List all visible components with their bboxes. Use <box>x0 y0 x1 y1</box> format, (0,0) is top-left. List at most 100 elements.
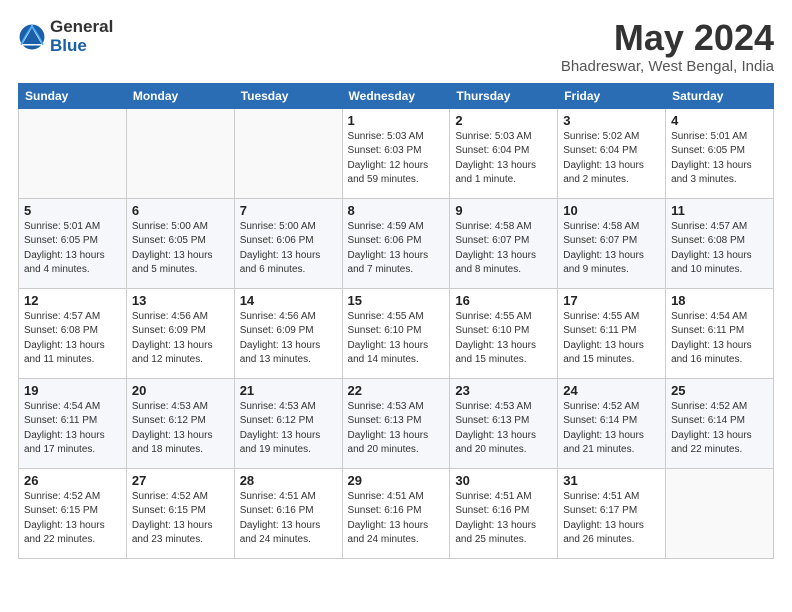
day-cell: 20 Sunrise: 4:53 AM Sunset: 6:12 PM Dayli… <box>126 378 234 468</box>
day-cell: 25 Sunrise: 4:52 AM Sunset: 6:14 PM Dayli… <box>666 378 774 468</box>
day-info: Sunrise: 4:51 AM Sunset: 6:16 PM Dayligh… <box>240 490 337 548</box>
day-info: Sunrise: 5:03 AM Sunset: 6:04 PM Dayligh… <box>455 130 552 188</box>
day-cell: 8 Sunrise: 4:59 AM Sunset: 6:06 PM Daylig… <box>342 198 450 288</box>
day-cell: 31Sunrise: 4:51 AM Sunset: 6:17 PM Dayli… <box>558 468 666 558</box>
week-row-1: 1 Sunrise: 5:03 AM Sunset: 6:03 PM Daylig… <box>19 108 774 198</box>
day-number: 16 <box>455 293 552 308</box>
col-wednesday: Wednesday <box>342 83 450 108</box>
day-info: Sunrise: 5:01 AM Sunset: 6:05 PM Dayligh… <box>24 220 121 278</box>
day-info: Sunrise: 4:58 AM Sunset: 6:07 PM Dayligh… <box>563 220 660 278</box>
col-thursday: Thursday <box>450 83 558 108</box>
day-cell <box>126 108 234 198</box>
day-info: Sunrise: 4:55 AM Sunset: 6:10 PM Dayligh… <box>348 310 445 368</box>
day-cell <box>234 108 342 198</box>
day-cell: 9 Sunrise: 4:58 AM Sunset: 6:07 PM Daylig… <box>450 198 558 288</box>
week-row-4: 19 Sunrise: 4:54 AM Sunset: 6:11 PM Dayli… <box>19 378 774 468</box>
day-number: 19 <box>24 383 121 398</box>
col-friday: Friday <box>558 83 666 108</box>
day-cell: 12Sunrise: 4:57 AM Sunset: 6:08 PM Dayli… <box>19 288 127 378</box>
day-number: 24 <box>563 383 660 398</box>
day-number: 22 <box>348 383 445 398</box>
day-number: 7 <box>240 203 337 218</box>
day-cell: 14Sunrise: 4:56 AM Sunset: 6:09 PM Dayli… <box>234 288 342 378</box>
day-info: Sunrise: 4:55 AM Sunset: 6:10 PM Dayligh… <box>455 310 552 368</box>
header: General Blue May 2024 Bhadreswar, West B… <box>18 18 774 75</box>
day-cell: 23 Sunrise: 4:53 AM Sunset: 6:13 PM Dayli… <box>450 378 558 468</box>
header-row: Sunday Monday Tuesday Wednesday Thursday… <box>19 83 774 108</box>
logo-blue-text: Blue <box>50 36 87 55</box>
day-cell <box>666 468 774 558</box>
title-block: May 2024 Bhadreswar, West Bengal, India <box>561 18 774 75</box>
day-info: Sunrise: 4:58 AM Sunset: 6:07 PM Dayligh… <box>455 220 552 278</box>
week-row-2: 5 Sunrise: 5:01 AM Sunset: 6:05 PM Daylig… <box>19 198 774 288</box>
day-cell: 2Sunrise: 5:03 AM Sunset: 6:04 PM Daylig… <box>450 108 558 198</box>
day-info: Sunrise: 4:53 AM Sunset: 6:13 PM Dayligh… <box>455 400 552 458</box>
day-number: 13 <box>132 293 229 308</box>
day-info: Sunrise: 4:52 AM Sunset: 6:14 PM Dayligh… <box>563 400 660 458</box>
calendar-title: May 2024 <box>561 18 774 58</box>
day-number: 21 <box>240 383 337 398</box>
day-info: Sunrise: 4:54 AM Sunset: 6:11 PM Dayligh… <box>24 400 121 458</box>
col-tuesday: Tuesday <box>234 83 342 108</box>
day-number: 8 <box>348 203 445 218</box>
day-number: 12 <box>24 293 121 308</box>
week-row-5: 26 Sunrise: 4:52 AM Sunset: 6:15 PM Dayli… <box>19 468 774 558</box>
day-number: 20 <box>132 383 229 398</box>
day-info: Sunrise: 4:57 AM Sunset: 6:08 PM Dayligh… <box>671 220 768 278</box>
day-cell: 4Sunrise: 5:01 AM Sunset: 6:05 PM Daylig… <box>666 108 774 198</box>
day-number: 26 <box>24 473 121 488</box>
day-number: 10 <box>563 203 660 218</box>
logo-icon <box>18 23 46 51</box>
day-cell: 7 Sunrise: 5:00 AM Sunset: 6:06 PM Daylig… <box>234 198 342 288</box>
day-number: 9 <box>455 203 552 218</box>
calendar-table: Sunday Monday Tuesday Wednesday Thursday… <box>18 83 774 559</box>
day-cell: 19 Sunrise: 4:54 AM Sunset: 6:11 PM Dayli… <box>19 378 127 468</box>
day-cell: 28Sunrise: 4:51 AM Sunset: 6:16 PM Dayli… <box>234 468 342 558</box>
day-cell: 13Sunrise: 4:56 AM Sunset: 6:09 PM Dayli… <box>126 288 234 378</box>
day-cell: 26 Sunrise: 4:52 AM Sunset: 6:15 PM Dayli… <box>19 468 127 558</box>
day-number: 3 <box>563 113 660 128</box>
day-cell: 1 Sunrise: 5:03 AM Sunset: 6:03 PM Daylig… <box>342 108 450 198</box>
col-sunday: Sunday <box>19 83 127 108</box>
day-number: 6 <box>132 203 229 218</box>
day-info: Sunrise: 4:53 AM Sunset: 6:13 PM Dayligh… <box>348 400 445 458</box>
logo: General Blue <box>18 18 113 55</box>
day-info: Sunrise: 4:51 AM Sunset: 6:16 PM Dayligh… <box>348 490 445 548</box>
day-number: 27 <box>132 473 229 488</box>
day-info: Sunrise: 5:02 AM Sunset: 6:04 PM Dayligh… <box>563 130 660 188</box>
day-number: 5 <box>24 203 121 218</box>
day-number: 17 <box>563 293 660 308</box>
day-cell: 10 Sunrise: 4:58 AM Sunset: 6:07 PM Dayli… <box>558 198 666 288</box>
day-cell: 17 Sunrise: 4:55 AM Sunset: 6:11 PM Dayli… <box>558 288 666 378</box>
day-info: Sunrise: 5:00 AM Sunset: 6:06 PM Dayligh… <box>240 220 337 278</box>
week-row-3: 12Sunrise: 4:57 AM Sunset: 6:08 PM Dayli… <box>19 288 774 378</box>
day-cell: 5 Sunrise: 5:01 AM Sunset: 6:05 PM Daylig… <box>19 198 127 288</box>
day-info: Sunrise: 4:53 AM Sunset: 6:12 PM Dayligh… <box>240 400 337 458</box>
day-number: 31 <box>563 473 660 488</box>
calendar-subtitle: Bhadreswar, West Bengal, India <box>561 58 774 75</box>
day-cell: 18 Sunrise: 4:54 AM Sunset: 6:11 PM Dayli… <box>666 288 774 378</box>
day-info: Sunrise: 4:52 AM Sunset: 6:15 PM Dayligh… <box>24 490 121 548</box>
day-cell: 15Sunrise: 4:55 AM Sunset: 6:10 PM Dayli… <box>342 288 450 378</box>
day-info: Sunrise: 4:51 AM Sunset: 6:16 PM Dayligh… <box>455 490 552 548</box>
day-cell: 24 Sunrise: 4:52 AM Sunset: 6:14 PM Dayli… <box>558 378 666 468</box>
day-info: Sunrise: 4:59 AM Sunset: 6:06 PM Dayligh… <box>348 220 445 278</box>
day-info: Sunrise: 4:52 AM Sunset: 6:14 PM Dayligh… <box>671 400 768 458</box>
day-info: Sunrise: 4:54 AM Sunset: 6:11 PM Dayligh… <box>671 310 768 368</box>
day-cell: 29 Sunrise: 4:51 AM Sunset: 6:16 PM Dayli… <box>342 468 450 558</box>
day-info: Sunrise: 4:55 AM Sunset: 6:11 PM Dayligh… <box>563 310 660 368</box>
day-number: 1 <box>348 113 445 128</box>
day-number: 29 <box>348 473 445 488</box>
day-number: 11 <box>671 203 768 218</box>
day-info: Sunrise: 4:53 AM Sunset: 6:12 PM Dayligh… <box>132 400 229 458</box>
day-number: 4 <box>671 113 768 128</box>
day-cell: 30Sunrise: 4:51 AM Sunset: 6:16 PM Dayli… <box>450 468 558 558</box>
day-number: 18 <box>671 293 768 308</box>
day-number: 23 <box>455 383 552 398</box>
logo-text: General Blue <box>50 18 113 55</box>
day-number: 25 <box>671 383 768 398</box>
col-saturday: Saturday <box>666 83 774 108</box>
day-info: Sunrise: 5:03 AM Sunset: 6:03 PM Dayligh… <box>348 130 445 188</box>
col-monday: Monday <box>126 83 234 108</box>
day-number: 14 <box>240 293 337 308</box>
